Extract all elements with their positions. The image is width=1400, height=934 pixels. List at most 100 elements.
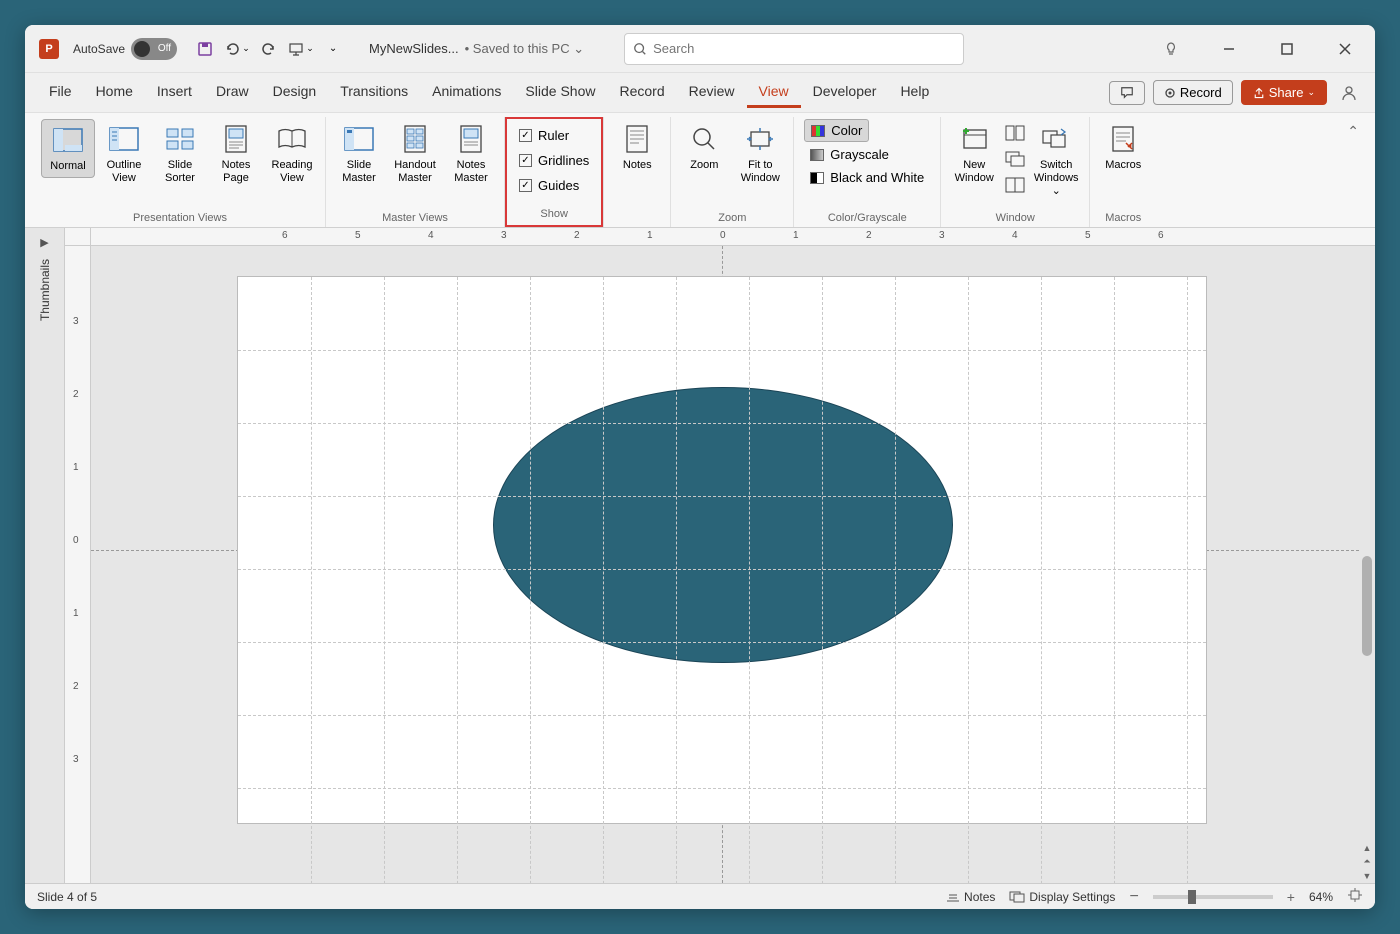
tab-design[interactable]: Design (261, 77, 329, 108)
present-button[interactable]: ⌄ (287, 35, 315, 63)
thumbnails-panel[interactable]: ▶ Thumbnails (25, 228, 65, 883)
grayscale-button[interactable]: Grayscale (804, 144, 895, 165)
record-icon (1164, 87, 1176, 99)
tab-insert[interactable]: Insert (145, 77, 204, 108)
gridlines-checkbox[interactable]: ✓Gridlines (515, 150, 593, 171)
normal-view-button[interactable]: Normal (41, 119, 95, 178)
guides-checkbox[interactable]: ✓Guides (515, 175, 583, 196)
split-icon (1005, 177, 1025, 193)
slidemaster-icon (344, 127, 374, 151)
move-split-button[interactable] (1003, 173, 1027, 197)
zoom-slider[interactable] (1153, 895, 1273, 899)
color-button[interactable]: Color (804, 119, 869, 142)
file-name[interactable]: MyNewSlides... (369, 41, 459, 56)
notes-icon (625, 125, 649, 153)
notes-page-button[interactable]: Notes Page (209, 119, 263, 189)
maximize-button[interactable] (1265, 33, 1309, 65)
record-button[interactable]: Record (1153, 80, 1233, 105)
fit-to-window-status-button[interactable] (1347, 887, 1363, 906)
zoom-out-button[interactable]: − (1129, 888, 1138, 906)
ribbon: Normal Outline View Slide Sorter Notes P… (25, 113, 1375, 228)
undo-button[interactable]: ⌄ (223, 35, 251, 63)
tab-transitions[interactable]: Transitions (328, 77, 420, 108)
reading-view-button[interactable]: Reading View (265, 119, 319, 189)
app-icon: P (39, 39, 59, 59)
group-label: Macros (1096, 209, 1150, 227)
outline-view-button[interactable]: Outline View (97, 119, 151, 189)
saved-status[interactable]: • Saved to this PC ⌄ (465, 41, 585, 57)
close-button[interactable] (1323, 33, 1367, 65)
autosave-label: AutoSave (73, 42, 125, 56)
fit-status-icon (1347, 887, 1363, 903)
ruler-corner (65, 228, 91, 246)
cascade-icon (1005, 151, 1025, 167)
fit-icon (745, 127, 775, 151)
slide[interactable] (237, 276, 1207, 824)
handoutmaster-icon (403, 125, 427, 153)
blackwhite-button[interactable]: Black and White (804, 167, 930, 188)
zoom-button[interactable]: Zoom (677, 119, 731, 176)
switch-windows-button[interactable]: Switch Windows ⌄ (1029, 119, 1083, 203)
horizontal-ruler[interactable]: 6543210123456 (91, 228, 1375, 246)
redo-button[interactable] (255, 35, 283, 63)
save-button[interactable] (191, 35, 219, 63)
minimize-button[interactable] (1207, 33, 1251, 65)
new-window-button[interactable]: New Window (947, 119, 1001, 189)
zoom-in-button[interactable]: + (1287, 889, 1295, 905)
tabs-row: FileHomeInsertDrawDesignTransitionsAnima… (25, 73, 1375, 113)
share-button[interactable]: Share⌄ (1241, 80, 1327, 105)
checkbox-icon: ✓ (519, 179, 532, 192)
share-icon (1253, 87, 1265, 99)
scrollbar-thumb[interactable] (1362, 556, 1372, 656)
notes-toggle[interactable]: Notes (946, 890, 995, 904)
vertical-ruler[interactable]: 3210123 (65, 246, 91, 883)
slide-counter[interactable]: Slide 4 of 5 (37, 890, 97, 904)
expand-thumbnails-icon[interactable]: ▶ (40, 236, 48, 249)
tab-record[interactable]: Record (607, 77, 676, 108)
search-box[interactable] (624, 33, 964, 65)
slide-master-button[interactable]: Slide Master (332, 119, 386, 189)
comments-button[interactable] (1109, 81, 1145, 105)
prev-slide-button[interactable]: ▲ (1359, 843, 1375, 853)
notes-master-button[interactable]: Notes Master (444, 119, 498, 189)
tab-home[interactable]: Home (84, 77, 145, 108)
next-slide-button[interactable]: ▼ (1359, 871, 1375, 881)
grayscale-swatch-icon (810, 149, 824, 161)
sorter-icon (165, 127, 195, 151)
zoom-slider-thumb[interactable] (1188, 890, 1196, 904)
autosave-toggle[interactable]: Off (131, 38, 177, 60)
group-notes: Notes (604, 117, 670, 227)
minimize-icon (1223, 43, 1235, 55)
user-button[interactable] (1335, 77, 1363, 109)
autosave-state: Off (158, 43, 171, 54)
tab-help[interactable]: Help (888, 77, 941, 108)
cascade-button[interactable] (1003, 147, 1027, 171)
tab-slide-show[interactable]: Slide Show (513, 77, 607, 108)
help-hint-button[interactable] (1149, 33, 1193, 65)
fit-to-window-button[interactable]: Fit to Window (733, 119, 787, 189)
tab-view[interactable]: View (747, 77, 801, 108)
slide-canvas[interactable] (91, 246, 1359, 883)
tab-developer[interactable]: Developer (801, 77, 889, 108)
macros-icon (1110, 125, 1136, 153)
prev-slide-set-button[interactable]: ⏶ (1359, 856, 1375, 867)
ellipse-shape[interactable] (493, 387, 953, 663)
macros-button[interactable]: Macros (1096, 119, 1150, 176)
ruler-checkbox[interactable]: ✓Ruler (515, 125, 573, 146)
close-icon (1339, 43, 1351, 55)
notes-button[interactable]: Notes (610, 119, 664, 176)
tab-draw[interactable]: Draw (204, 77, 261, 108)
tab-animations[interactable]: Animations (420, 77, 513, 108)
display-settings-button[interactable]: Display Settings (1009, 890, 1115, 904)
group-label: Color/Grayscale (800, 209, 934, 227)
search-input[interactable] (653, 41, 955, 56)
zoom-level[interactable]: 64% (1309, 890, 1333, 904)
qat-more-button[interactable]: ⌄ (319, 35, 347, 63)
tab-file[interactable]: File (37, 77, 84, 108)
slide-sorter-button[interactable]: Slide Sorter (153, 119, 207, 189)
tab-review[interactable]: Review (677, 77, 747, 108)
arrange-all-button[interactable] (1003, 121, 1027, 145)
handout-master-button[interactable]: Handout Master (388, 119, 442, 189)
collapse-ribbon-button[interactable]: ⌃ (1347, 123, 1359, 140)
vertical-scrollbar[interactable]: ▲ ⏶ ▼ (1359, 246, 1375, 883)
